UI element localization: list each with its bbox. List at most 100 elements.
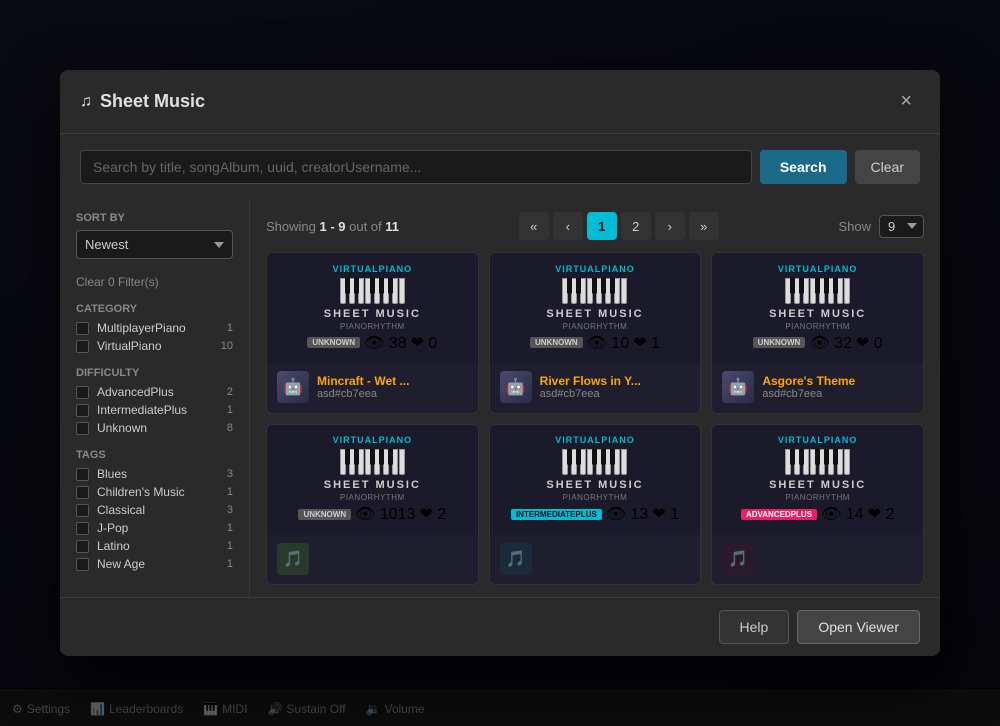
search-input[interactable] (80, 150, 752, 184)
pagination: « ‹ 1 2 › » (519, 212, 719, 240)
card-1-avatar: 🤖 (277, 371, 309, 403)
card-1-info: 🤖 Mincraft - Wet ... asd#cb7eea (267, 363, 478, 411)
checkbox-classical[interactable] (76, 504, 89, 517)
modal-footer: Help Open Viewer (60, 597, 940, 656)
card-3-stats-row: UNKNOWN 👁 32 ❤ 0 (753, 333, 883, 353)
card-3-difficulty-badge: UNKNOWN (753, 337, 806, 348)
filter-count-new-age: 1 (227, 558, 233, 570)
filter-label-multiplayer-piano: MultiplayerPiano (97, 321, 227, 335)
open-viewer-button[interactable]: Open Viewer (797, 610, 920, 644)
card-5-views: 👁 13 (606, 504, 649, 524)
card-5-sheet-label: SHEET MUSIC (546, 479, 643, 491)
filter-item-blues[interactable]: Blues 3 (76, 467, 233, 481)
filter-item-new-age[interactable]: New Age 1 (76, 557, 233, 571)
card-6-image: VIRTUALPIANO (712, 425, 923, 535)
card-4-info: 🎵 (267, 535, 478, 583)
next-page-button[interactable]: › (655, 212, 685, 240)
tags-filter-section: TAGS Blues 3 Children's Music 1 Classica… (76, 449, 233, 571)
filter-label-virtual-piano: VirtualPiano (97, 339, 221, 353)
filter-item-jpop[interactable]: J-Pop 1 (76, 521, 233, 535)
page-1-button[interactable]: 1 (587, 212, 617, 240)
card-5-avatar: 🎵 (500, 543, 532, 575)
card-5-vp-label: VIRTUALPIANO (555, 435, 635, 445)
checkbox-unknown[interactable] (76, 422, 89, 435)
sort-section: SORT BY Newest Oldest Most Viewed Most L… (76, 212, 233, 259)
checkbox-blues[interactable] (76, 468, 89, 481)
filter-item-latino[interactable]: Latino 1 (76, 539, 233, 553)
card-1-vp-label: VIRTUALPIANO (333, 264, 413, 274)
filter-item-advanced-plus[interactable]: AdvancedPlus 2 (76, 385, 233, 399)
card-2-avatar: 🤖 (500, 371, 532, 403)
checkbox-jpop[interactable] (76, 522, 89, 535)
card-1[interactable]: VIRTUALPIANO (266, 252, 479, 414)
close-button[interactable]: × (892, 86, 920, 117)
last-page-button[interactable]: » (689, 212, 719, 240)
card-5-info: 🎵 (490, 535, 701, 583)
card-2-sheet-label: SHEET MUSIC (546, 308, 643, 320)
sidebar: SORT BY Newest Oldest Most Viewed Most L… (60, 200, 250, 597)
card-6-meta-row: PIANORHYTHM (785, 493, 850, 502)
clear-search-button[interactable]: Clear (855, 150, 920, 184)
checkbox-childrens-music[interactable] (76, 486, 89, 499)
card-2[interactable]: VIRTUALPIANO (489, 252, 702, 414)
checkbox-virtual-piano[interactable] (76, 340, 89, 353)
filter-item-multipayer-piano[interactable]: MultiplayerPiano 1 (76, 321, 233, 335)
card-5-likes: ❤ 1 (652, 504, 679, 524)
clear-filters-button[interactable]: Clear 0 Filter(s) (76, 275, 233, 289)
prev-page-button[interactable]: ‹ (553, 212, 583, 240)
card-5-image: VIRTUALPIANO (490, 425, 701, 535)
card-3-sheet-label: SHEET MUSIC (769, 308, 866, 320)
filter-label-advanced-plus: AdvancedPlus (97, 385, 227, 399)
card-2-image: VIRTUALPIANO (490, 253, 701, 363)
filter-item-unknown[interactable]: Unknown 8 (76, 421, 233, 435)
card-2-stats-row: UNKNOWN 👁 10 ❤ 1 (530, 333, 660, 353)
checkbox-latino[interactable] (76, 540, 89, 553)
filter-count-unknown: 8 (227, 422, 233, 434)
card-6-likes: ❤ 2 (868, 504, 895, 524)
card-6[interactable]: VIRTUALPIANO (711, 424, 924, 586)
filter-count-jpop: 1 (227, 522, 233, 534)
card-3[interactable]: VIRTUALPIANO (711, 252, 924, 414)
card-3-author: asd#cb7eea (762, 388, 913, 400)
card-4[interactable]: VIRTUALPIANO (266, 424, 479, 586)
checkbox-advanced-plus[interactable] (76, 386, 89, 399)
card-2-author: asd#cb7eea (540, 388, 691, 400)
checkbox-multiplayer-piano[interactable] (76, 322, 89, 335)
music-icon: ♫ (80, 93, 92, 111)
filter-item-intermediate-plus[interactable]: IntermediatePlus 1 (76, 403, 233, 417)
filter-label-intermediate-plus: IntermediatePlus (97, 403, 227, 417)
difficulty-filter-title: DIFFICULTY (76, 367, 233, 379)
cards-grid: VIRTUALPIANO (266, 252, 924, 585)
card-3-avatar: 🤖 (722, 371, 754, 403)
card-2-likes: ❤ 1 (633, 333, 660, 353)
first-page-button[interactable]: « (519, 212, 549, 240)
filter-label-jpop: J-Pop (97, 521, 227, 535)
category-filter-title: CATEGORY (76, 303, 233, 315)
page-2-button[interactable]: 2 (621, 212, 651, 240)
sort-select[interactable]: Newest Oldest Most Viewed Most Liked (76, 230, 233, 259)
main-content: Showing 1 - 9 out of 11 « ‹ 1 2 › » Show… (250, 200, 940, 597)
filter-label-latino: Latino (97, 539, 227, 553)
search-bar: Search Clear (60, 134, 940, 200)
help-button[interactable]: Help (719, 610, 790, 644)
show-per-page-select[interactable]: 9 18 27 (879, 215, 924, 238)
filter-count-childrens-music: 1 (227, 486, 233, 498)
search-button[interactable]: Search (760, 150, 847, 184)
card-3-info: 🤖 Asgore's Theme asd#cb7eea (712, 363, 923, 411)
checkbox-new-age[interactable] (76, 558, 89, 571)
filter-item-virtual-piano[interactable]: VirtualPiano 10 (76, 339, 233, 353)
card-2-vp-label: VIRTUALPIANO (555, 264, 635, 274)
show-label: Show (838, 219, 871, 234)
filter-label-classical: Classical (97, 503, 227, 517)
card-5-difficulty-badge: INTERMEDIATEPLUS (511, 509, 602, 520)
checkbox-intermediate-plus[interactable] (76, 404, 89, 417)
filter-count-virtual-piano: 10 (221, 340, 233, 352)
tags-filter-title: TAGS (76, 449, 233, 461)
card-5[interactable]: VIRTUALPIANO (489, 424, 702, 586)
card-6-sheet-label: SHEET MUSIC (769, 479, 866, 491)
card-3-vp-label: VIRTUALPIANO (778, 264, 858, 274)
filter-item-childrens-music[interactable]: Children's Music 1 (76, 485, 233, 499)
filter-item-classical[interactable]: Classical 3 (76, 503, 233, 517)
card-3-title: Asgore's Theme (762, 374, 913, 388)
card-2-meta-row: PIANORHYTHM (563, 322, 628, 331)
